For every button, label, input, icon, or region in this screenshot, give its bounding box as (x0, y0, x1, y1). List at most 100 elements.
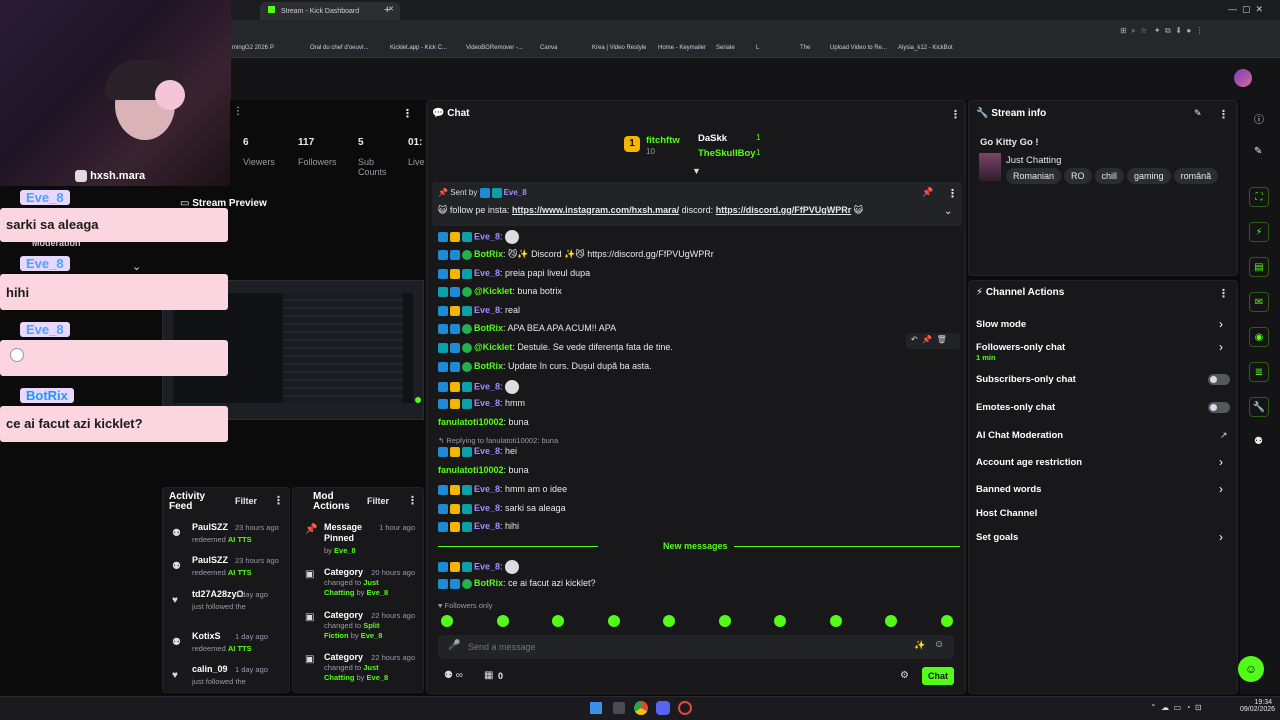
tag[interactable]: gaming (1127, 168, 1171, 184)
users-infinity-icon[interactable]: ⚉ ∞ (444, 670, 463, 681)
chat-username[interactable]: Eve_8 (474, 446, 500, 456)
chat-username[interactable]: BotRix (474, 361, 503, 371)
tray-icons[interactable]: ⌃ ☁ ▭ ◔ ⊡ (1150, 703, 1202, 712)
chat-message-input[interactable] (468, 639, 888, 655)
chat-send-button[interactable]: Chat (922, 667, 954, 685)
activity-name[interactable]: PaulSZZ (192, 522, 228, 532)
bookmark[interactable]: VideoBGRemover -... (466, 45, 523, 51)
mod-filter-button[interactable]: Filter (367, 496, 389, 506)
chat-bubble-icon[interactable]: ✉ (1249, 292, 1269, 312)
bookmark[interactable]: The (800, 45, 810, 51)
users-icon[interactable]: ⚉ (1254, 436, 1263, 447)
bookmark[interactable]: Krea | Video Restyle (592, 45, 646, 51)
chat-username[interactable]: Eve_8 (474, 268, 500, 278)
chevron-right-icon[interactable]: › (1219, 482, 1223, 496)
activity-name[interactable]: KotixS (192, 631, 221, 641)
app-icon[interactable] (678, 701, 692, 715)
layers-icon[interactable]: ≣ (1249, 362, 1269, 382)
emote-button[interactable] (607, 615, 620, 627)
chat-username[interactable]: Eve_8 (474, 561, 500, 571)
emote-button[interactable] (940, 615, 953, 627)
channel-action-label[interactable]: Slow mode (976, 319, 1026, 330)
emote-button[interactable] (552, 615, 564, 627)
bookmark[interactable]: Kicklet.app - Kick C... (390, 45, 447, 51)
mic-icon[interactable]: 🎤 (448, 640, 460, 651)
emote-button[interactable] (496, 615, 509, 627)
chat-username[interactable]: BotRix (474, 578, 503, 588)
bookmark[interactable]: mingG2 2026 (232, 45, 268, 51)
bookmark[interactable]: Upload Video to Re... (830, 45, 887, 51)
leader-1-name[interactable]: fitchftw (646, 135, 680, 146)
toggle-switch[interactable] (1208, 402, 1230, 413)
chat-message[interactable]: BotRix: APA BEA APA ACUM!! APA (438, 323, 616, 334)
chat-username[interactable]: Eve_8 (474, 503, 500, 513)
chat-username[interactable]: @Kicklet (474, 342, 512, 352)
fullscreen-icon[interactable]: ⛶ (1249, 187, 1269, 207)
activity-menu-icon[interactable]: ⋮ (273, 494, 284, 507)
stream-category[interactable]: Just Chatting (1006, 155, 1061, 166)
activity-name[interactable]: PaulSZZ (192, 555, 228, 565)
chevron-right-icon[interactable]: › (1219, 340, 1223, 354)
lightning-icon[interactable]: ⚡ (1249, 222, 1269, 242)
chevron-right-icon[interactable]: › (1219, 530, 1223, 544)
chat-message[interactable]: Eve_8: hihi (438, 521, 519, 532)
chrome-icon[interactable] (634, 701, 648, 715)
external-link-icon[interactable]: ↗ (1220, 430, 1228, 441)
chat-username[interactable]: fanulatoti10002 (438, 417, 504, 427)
broadcast-icon[interactable]: ◉ (1249, 327, 1269, 347)
leader-2-name[interactable]: DaSkk (698, 133, 727, 144)
bookmark[interactable]: L (756, 45, 759, 51)
emote-button[interactable] (663, 615, 675, 627)
channel-action-label[interactable]: AI Chat Moderation (976, 430, 1063, 441)
mod-by-user[interactable]: Eve_8 (361, 631, 383, 640)
chevron-right-icon[interactable]: › (1219, 317, 1223, 331)
chat-username[interactable]: BotRix (474, 249, 503, 259)
chat-input[interactable]: 🎤 ✨ ☺ (438, 635, 954, 659)
discord-icon[interactable] (656, 701, 670, 715)
address-bar[interactable]: ⊞ ⌕ ☆ ✦ ⧉ ⬇ ● ⋮ (230, 20, 1280, 42)
chat-username[interactable]: Eve_8 (474, 398, 500, 408)
channel-action-label[interactable]: Banned words (976, 484, 1041, 495)
chevron-down-icon[interactable]: ⌄ (132, 260, 141, 273)
channel-action-label[interactable]: Emotes-only chat (976, 402, 1055, 413)
pinned-menu-icon[interactable]: ⋮ (947, 187, 958, 200)
activity-name[interactable]: calin_09 (192, 664, 228, 674)
stats-menu-icon[interactable]: ⋮ (402, 107, 413, 120)
pinned-link-discord[interactable]: https://discord.gg/FfPVUgWPRr (716, 205, 852, 215)
chat-message[interactable]: Eve_8: sarki sa aleaga (438, 503, 566, 514)
leader-3-name[interactable]: TheSkullBoy (698, 148, 756, 159)
avatar[interactable] (1234, 69, 1252, 87)
emote-button[interactable] (774, 615, 786, 627)
toggle-switch[interactable] (1208, 374, 1230, 385)
chat-message[interactable]: Eve_8: preia papi liveul dupa (438, 268, 590, 279)
store-icon[interactable]: ▦ (484, 670, 493, 681)
new-messages-divider[interactable]: New messages (663, 541, 728, 551)
bookmark[interactable]: P (270, 45, 274, 51)
chat-message[interactable]: BotRix: 😼✨ Discord ✨😼 https://discord.gg… (438, 249, 714, 260)
emote-button[interactable] (718, 615, 731, 627)
chat-username[interactable]: Eve_8 (474, 521, 500, 531)
channel-action-label[interactable]: Followers-only chat (976, 342, 1065, 353)
chat-message[interactable]: Eve_8: (438, 560, 520, 574)
reply-icon[interactable]: ↶ (911, 335, 918, 344)
windows-start-icon[interactable] (590, 702, 602, 714)
channel-action-label[interactable]: Host Channel (976, 508, 1037, 519)
bookmark[interactable]: Canva (540, 45, 557, 51)
pinned-link-instagram[interactable]: https://www.instagram.com/hxsh.mara/ (512, 205, 679, 215)
browser-toolbar-icons[interactable]: ⊞ ⌕ ☆ ✦ ⧉ ⬇ ● ⋮ (1120, 26, 1204, 36)
wrench-icon[interactable]: 🔧 (1249, 397, 1269, 417)
chat-message[interactable]: Eve_8: (438, 230, 520, 244)
chat-username[interactable]: fanulatoti10002 (438, 465, 504, 475)
chat-message[interactable]: Eve_8: hmm am o idee (438, 484, 567, 495)
chevron-right-icon[interactable]: › (1219, 455, 1223, 469)
activity-filter-button[interactable]: Filter (235, 496, 257, 506)
pin-icon[interactable]: 📌 (922, 335, 932, 344)
chat-message[interactable]: Eve_8: real (438, 305, 520, 316)
channel-action-label[interactable]: Set goals (976, 532, 1018, 543)
chat-message[interactable]: @Kicklet: Destule. Se vede diferența fat… (438, 342, 673, 353)
stream-info-menu-icon[interactable]: ⋮ (1218, 108, 1229, 121)
mod-menu-icon[interactable]: ⋮ (407, 494, 418, 507)
chat-username[interactable]: @Kicklet (474, 286, 512, 296)
channel-action-label[interactable]: Subscribers-only chat (976, 374, 1076, 385)
chat-settings-icon[interactable]: ⚙ (900, 670, 909, 681)
